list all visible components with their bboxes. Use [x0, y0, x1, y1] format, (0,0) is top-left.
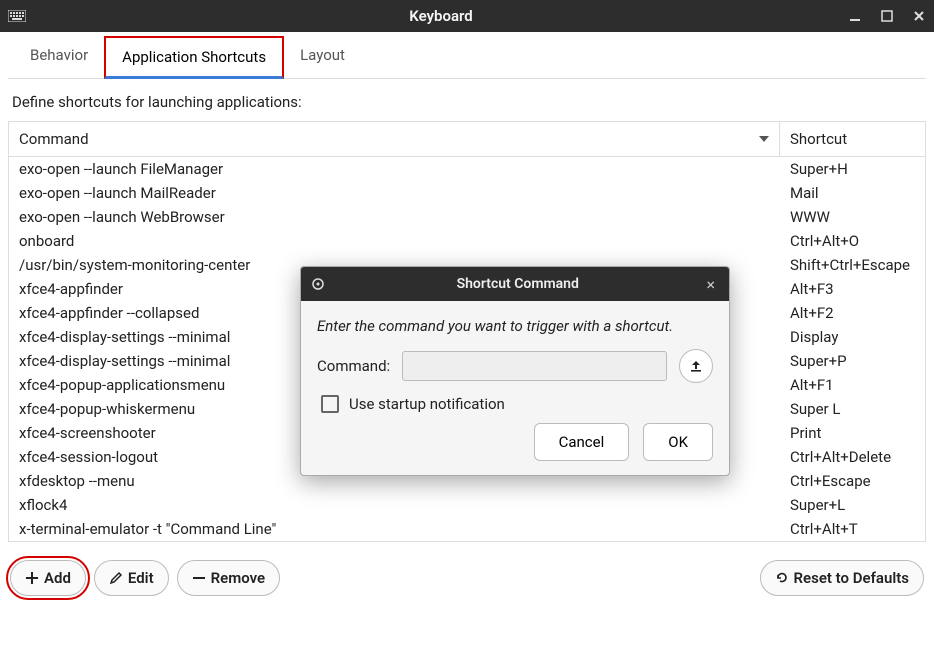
- command-input[interactable]: [402, 351, 667, 381]
- table-row[interactable]: exo-open --launch MailReaderMail: [9, 181, 925, 205]
- cancel-button[interactable]: Cancel: [534, 423, 630, 461]
- command-cell: exo-open --launch FileManager: [9, 157, 780, 181]
- command-cell: x-terminal-emulator -t "Command Line": [9, 517, 780, 541]
- maximize-button[interactable]: [880, 9, 894, 23]
- dialog-title: Shortcut Command: [333, 276, 702, 292]
- tab-application-shortcuts[interactable]: Application Shortcuts: [104, 36, 284, 79]
- window-title: Keyboard: [34, 7, 848, 25]
- remove-button[interactable]: Remove: [177, 560, 281, 596]
- keyboard-app-icon: [8, 9, 26, 23]
- shortcut-cell: Ctrl+Escape: [780, 469, 925, 493]
- revert-icon: [775, 571, 789, 585]
- column-header-command[interactable]: Command: [9, 122, 780, 156]
- add-button-label: Add: [44, 569, 71, 587]
- startup-notification-label: Use startup notification: [349, 395, 505, 413]
- minus-icon: [192, 571, 206, 585]
- ok-button[interactable]: OK: [643, 423, 713, 461]
- table-row[interactable]: x-terminal-emulator -t "Command Line"Ctr…: [9, 517, 925, 541]
- action-bar: Add Edit Remove Reset to Defaults: [8, 560, 926, 596]
- shortcut-cell: Alt+F2: [780, 301, 925, 325]
- reset-defaults-button[interactable]: Reset to Defaults: [760, 560, 924, 596]
- column-header-command-label: Command: [19, 130, 89, 148]
- shortcut-cell: Mail: [780, 181, 925, 205]
- column-header-shortcut[interactable]: Shortcut: [780, 122, 925, 156]
- shortcut-command-dialog: Shortcut Command × Enter the command you…: [300, 266, 730, 476]
- shortcut-cell: Print: [780, 421, 925, 445]
- dialog-close-button[interactable]: ×: [702, 275, 719, 294]
- table-row[interactable]: exo-open --launch FileManagerSuper+H: [9, 157, 925, 181]
- edit-button[interactable]: Edit: [94, 560, 169, 596]
- command-cell: exo-open --launch MailReader: [9, 181, 780, 205]
- table-row[interactable]: onboardCtrl+Alt+O: [9, 229, 925, 253]
- browse-command-button[interactable]: [679, 349, 713, 383]
- add-button[interactable]: Add: [10, 560, 86, 596]
- shortcut-cell: Super+P: [780, 349, 925, 373]
- shortcut-cell: Display: [780, 325, 925, 349]
- plus-icon: [25, 571, 39, 585]
- gear-icon: [311, 277, 327, 291]
- table-row[interactable]: exo-open --launch WebBrowserWWW: [9, 205, 925, 229]
- remove-button-label: Remove: [211, 569, 266, 587]
- shortcut-cell: Alt+F3: [780, 277, 925, 301]
- tab-layout[interactable]: Layout: [284, 36, 361, 78]
- shortcut-cell: Ctrl+Alt+T: [780, 517, 925, 541]
- shortcut-cell: Alt+F1: [780, 373, 925, 397]
- reset-defaults-label: Reset to Defaults: [794, 569, 909, 587]
- shortcut-cell: WWW: [780, 205, 925, 229]
- table-row[interactable]: xflock4Super+L: [9, 493, 925, 517]
- tab-behavior[interactable]: Behavior: [14, 36, 104, 78]
- shortcut-cell: Super+H: [780, 157, 925, 181]
- shortcut-cell: Shift+Ctrl+Escape: [780, 253, 925, 277]
- checkbox-icon: [321, 395, 339, 413]
- command-cell: exo-open --launch WebBrowser: [9, 205, 780, 229]
- edit-button-label: Edit: [128, 569, 154, 587]
- upload-icon: [689, 359, 703, 373]
- shortcut-cell: Ctrl+Alt+Delete: [780, 445, 925, 469]
- table-header: Command Shortcut: [9, 122, 925, 157]
- tabs: Behavior Application Shortcuts Layout: [8, 36, 926, 79]
- command-cell: xflock4: [9, 493, 780, 517]
- sort-indicator-icon: [759, 136, 769, 142]
- shortcut-cell: Super L: [780, 397, 925, 421]
- window-titlebar: Keyboard: [0, 0, 934, 32]
- command-cell: onboard: [9, 229, 780, 253]
- minimize-button[interactable]: [848, 9, 862, 23]
- shortcut-cell: Ctrl+Alt+O: [780, 229, 925, 253]
- startup-notification-checkbox[interactable]: Use startup notification: [321, 395, 713, 413]
- dialog-titlebar: Shortcut Command ×: [301, 267, 729, 301]
- shortcut-cell: Super+L: [780, 493, 925, 517]
- dialog-instruction: Enter the command you want to trigger wi…: [317, 317, 713, 335]
- close-button[interactable]: [912, 9, 926, 23]
- pencil-icon: [109, 571, 123, 585]
- section-description: Define shortcuts for launching applicati…: [12, 93, 922, 111]
- column-header-shortcut-label: Shortcut: [790, 130, 847, 148]
- command-label: Command:: [317, 357, 390, 375]
